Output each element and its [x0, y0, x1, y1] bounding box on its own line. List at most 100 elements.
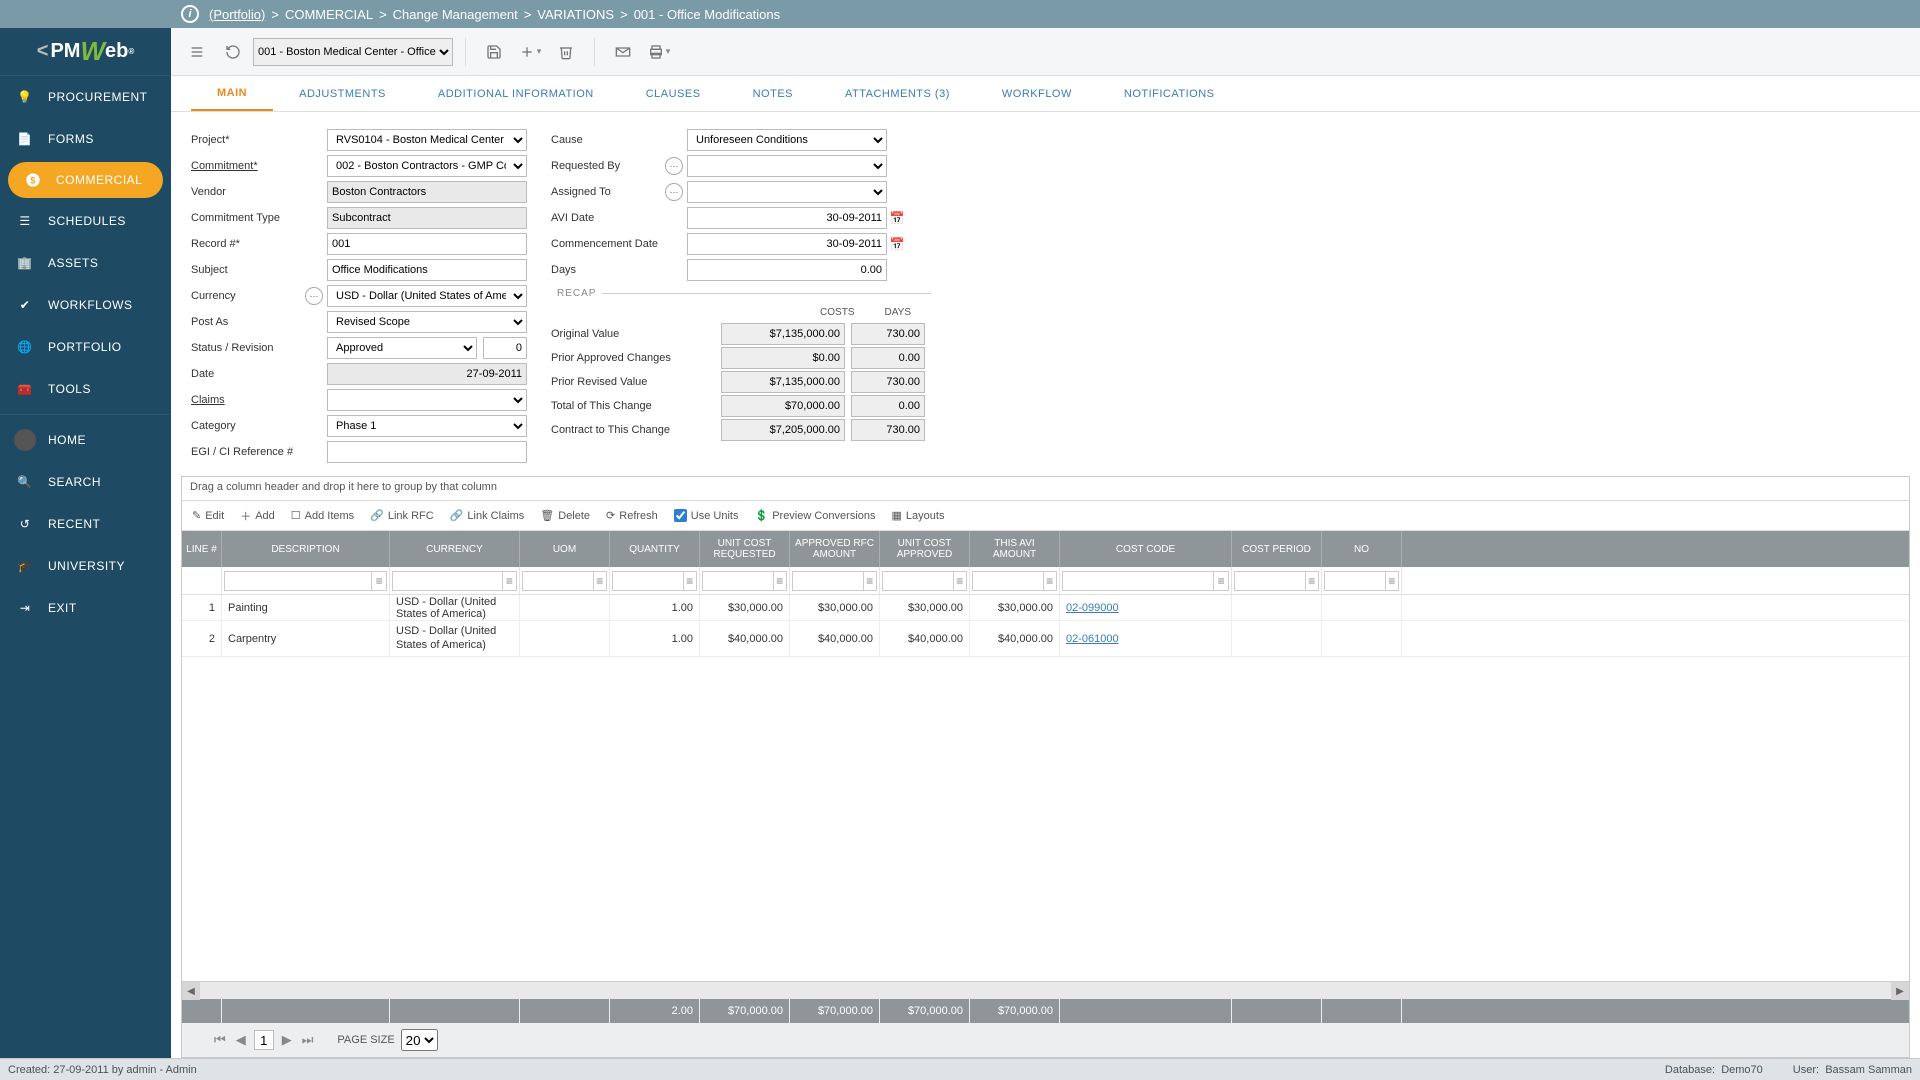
cost-code-link[interactable]: 02-099000	[1066, 602, 1119, 614]
filter-icon[interactable]: ≡	[503, 571, 517, 591]
cost-code-link[interactable]: 02-061000	[1066, 633, 1119, 645]
col-period[interactable]: COST PERIOD	[1232, 531, 1322, 567]
commitment-label[interactable]: Commitment*	[191, 160, 327, 172]
delete-button[interactable]	[550, 36, 582, 68]
claims-label[interactable]: Claims	[191, 394, 327, 406]
filter-code[interactable]	[1062, 571, 1214, 591]
grid-refresh-button[interactable]: ⟳ Refresh	[606, 509, 658, 522]
grid-delete-button[interactable]: 🗑 Delete	[540, 509, 590, 522]
project-select[interactable]: RVS0104 - Boston Medical Center	[327, 129, 527, 151]
sidebar-item-forms[interactable]: 📄FORMS	[0, 118, 171, 160]
sidebar-item-portfolio[interactable]: 🌐PORTFOLIO	[0, 326, 171, 368]
col-line[interactable]: LINE #	[182, 531, 222, 567]
email-button[interactable]	[607, 36, 639, 68]
filter-qty[interactable]	[612, 571, 684, 591]
calendar-icon[interactable]: 📅	[889, 236, 905, 252]
postas-select[interactable]: Revised Scope	[327, 311, 527, 333]
filter-icon[interactable]: ≡	[684, 571, 697, 591]
sidebar-item-university[interactable]: 🎓UNIVERSITY	[0, 545, 171, 587]
col-curr[interactable]: CURRENCY	[390, 531, 520, 567]
assto-select[interactable]	[687, 181, 887, 203]
calendar-icon[interactable]: 📅	[889, 210, 905, 226]
filter-icon[interactable]: ≡	[774, 571, 787, 591]
col-desc[interactable]: DESCRIPTION	[222, 531, 390, 567]
info-icon[interactable]: i	[181, 5, 199, 23]
pager-page-input[interactable]	[254, 1030, 274, 1050]
print-button[interactable]: ▾	[643, 36, 675, 68]
grid-group-hint[interactable]: Drag a column header and drop it here to…	[182, 477, 1909, 501]
avidate-field[interactable]	[687, 207, 887, 229]
pager-prev[interactable]: ◀	[234, 1032, 248, 1048]
grid-add-button[interactable]: ＋ Add	[240, 508, 275, 524]
filter-avi[interactable]	[972, 571, 1044, 591]
filter-icon[interactable]: ≡	[372, 571, 387, 591]
add-button[interactable]: ▾	[514, 36, 546, 68]
filter-uom[interactable]	[522, 571, 594, 591]
filter-icon[interactable]: ≡	[1306, 571, 1319, 591]
sidebar-item-tools[interactable]: 🧰TOOLS	[0, 368, 171, 410]
tab-attachments[interactable]: ATTACHMENTS (3)	[819, 76, 976, 111]
filter-icon[interactable]: ≡	[1044, 571, 1057, 591]
grid-preview-button[interactable]: 💲 Preview Conversions	[754, 509, 875, 522]
filter-icon[interactable]: ≡	[594, 571, 607, 591]
tab-workflow[interactable]: WORKFLOW	[976, 76, 1098, 111]
pager-last[interactable]: ⏭	[300, 1032, 316, 1048]
filter-icon[interactable]: ≡	[954, 571, 967, 591]
commitment-select[interactable]: 002 - Boston Contractors - GMP Contract	[327, 155, 527, 177]
filter-icon[interactable]: ≡	[864, 571, 877, 591]
sidebar-item-workflows[interactable]: ✔WORKFLOWS	[0, 284, 171, 326]
filter-icon[interactable]: ≡	[1386, 571, 1399, 591]
grid-edit-button[interactable]: ✎ Edit	[192, 509, 224, 522]
col-code[interactable]: COST CODE	[1060, 531, 1232, 567]
filter-uca[interactable]	[882, 571, 954, 591]
grid-linkrfc-button[interactable]: 🔗 Link RFC	[370, 509, 434, 522]
filter-period[interactable]	[1234, 571, 1306, 591]
tab-notifications[interactable]: NOTIFICATIONS	[1098, 76, 1241, 111]
tab-main[interactable]: MAIN	[191, 76, 273, 111]
grid-h-scrollbar[interactable]: ◀▶	[182, 981, 1909, 999]
filter-ucr[interactable]	[702, 571, 774, 591]
filter-note[interactable]	[1324, 571, 1386, 591]
col-ucr[interactable]: UNIT COST REQUESTED	[700, 531, 790, 567]
filter-arfc[interactable]	[792, 571, 864, 591]
table-row[interactable]: 1 Painting USD - Dollar (United States o…	[182, 595, 1909, 621]
filter-icon[interactable]: ≡	[1214, 571, 1229, 591]
pager-first[interactable]: ⏮	[212, 1032, 228, 1048]
sidebar-item-exit[interactable]: ⇥EXIT	[0, 587, 171, 629]
tab-additional-info[interactable]: ADDITIONAL INFORMATION	[412, 76, 620, 111]
pager-next[interactable]: ▶	[280, 1032, 294, 1048]
list-button[interactable]	[181, 36, 213, 68]
sidebar-item-home[interactable]: HOME	[0, 419, 171, 461]
tab-clauses[interactable]: CLAUSES	[620, 76, 727, 111]
table-row[interactable]: 2 Carpentry USD - Dollar (United States …	[182, 621, 1909, 657]
sidebar-item-commercial[interactable]: $COMMERCIAL	[8, 162, 163, 198]
sidebar-item-schedules[interactable]: ☰SCHEDULES	[0, 200, 171, 242]
filter-curr[interactable]	[392, 571, 503, 591]
currency-more-button[interactable]: ⋯	[305, 287, 323, 305]
sidebar-item-recent[interactable]: ↺RECENT	[0, 503, 171, 545]
subject-field[interactable]	[327, 259, 527, 281]
category-select[interactable]: Phase 1	[327, 415, 527, 437]
history-button[interactable]	[217, 36, 249, 68]
cause-select[interactable]: Unforeseen Conditions	[687, 129, 887, 151]
col-qty[interactable]: QUANTITY	[610, 531, 700, 567]
record-select[interactable]: 001 - Boston Medical Center - Office	[253, 38, 453, 66]
sidebar-item-search[interactable]: 🔍SEARCH	[0, 461, 171, 503]
filter-desc[interactable]	[224, 571, 372, 591]
revision-field[interactable]	[483, 337, 527, 359]
claims-select[interactable]	[327, 389, 527, 411]
pagesize-select[interactable]: 20	[401, 1029, 438, 1051]
breadcrumb-portfolio[interactable]: (Portfolio)	[209, 7, 265, 22]
tab-notes[interactable]: NOTES	[727, 76, 819, 111]
col-arfc[interactable]: APPROVED RFC AMOUNT	[790, 531, 880, 567]
reqby-more-button[interactable]: ⋯	[665, 157, 683, 175]
currency-select[interactable]: USD - Dollar (United States of America)	[327, 285, 527, 307]
col-uom[interactable]: UOM	[520, 531, 610, 567]
reqby-select[interactable]	[687, 155, 887, 177]
record-field[interactable]	[327, 233, 527, 255]
grid-additems-button[interactable]: ☐ Add Items	[291, 509, 354, 522]
tab-adjustments[interactable]: ADJUSTMENTS	[273, 76, 412, 111]
col-note[interactable]: NO	[1322, 531, 1402, 567]
grid-layouts-button[interactable]: ▦ Layouts	[892, 509, 945, 522]
save-button[interactable]	[478, 36, 510, 68]
